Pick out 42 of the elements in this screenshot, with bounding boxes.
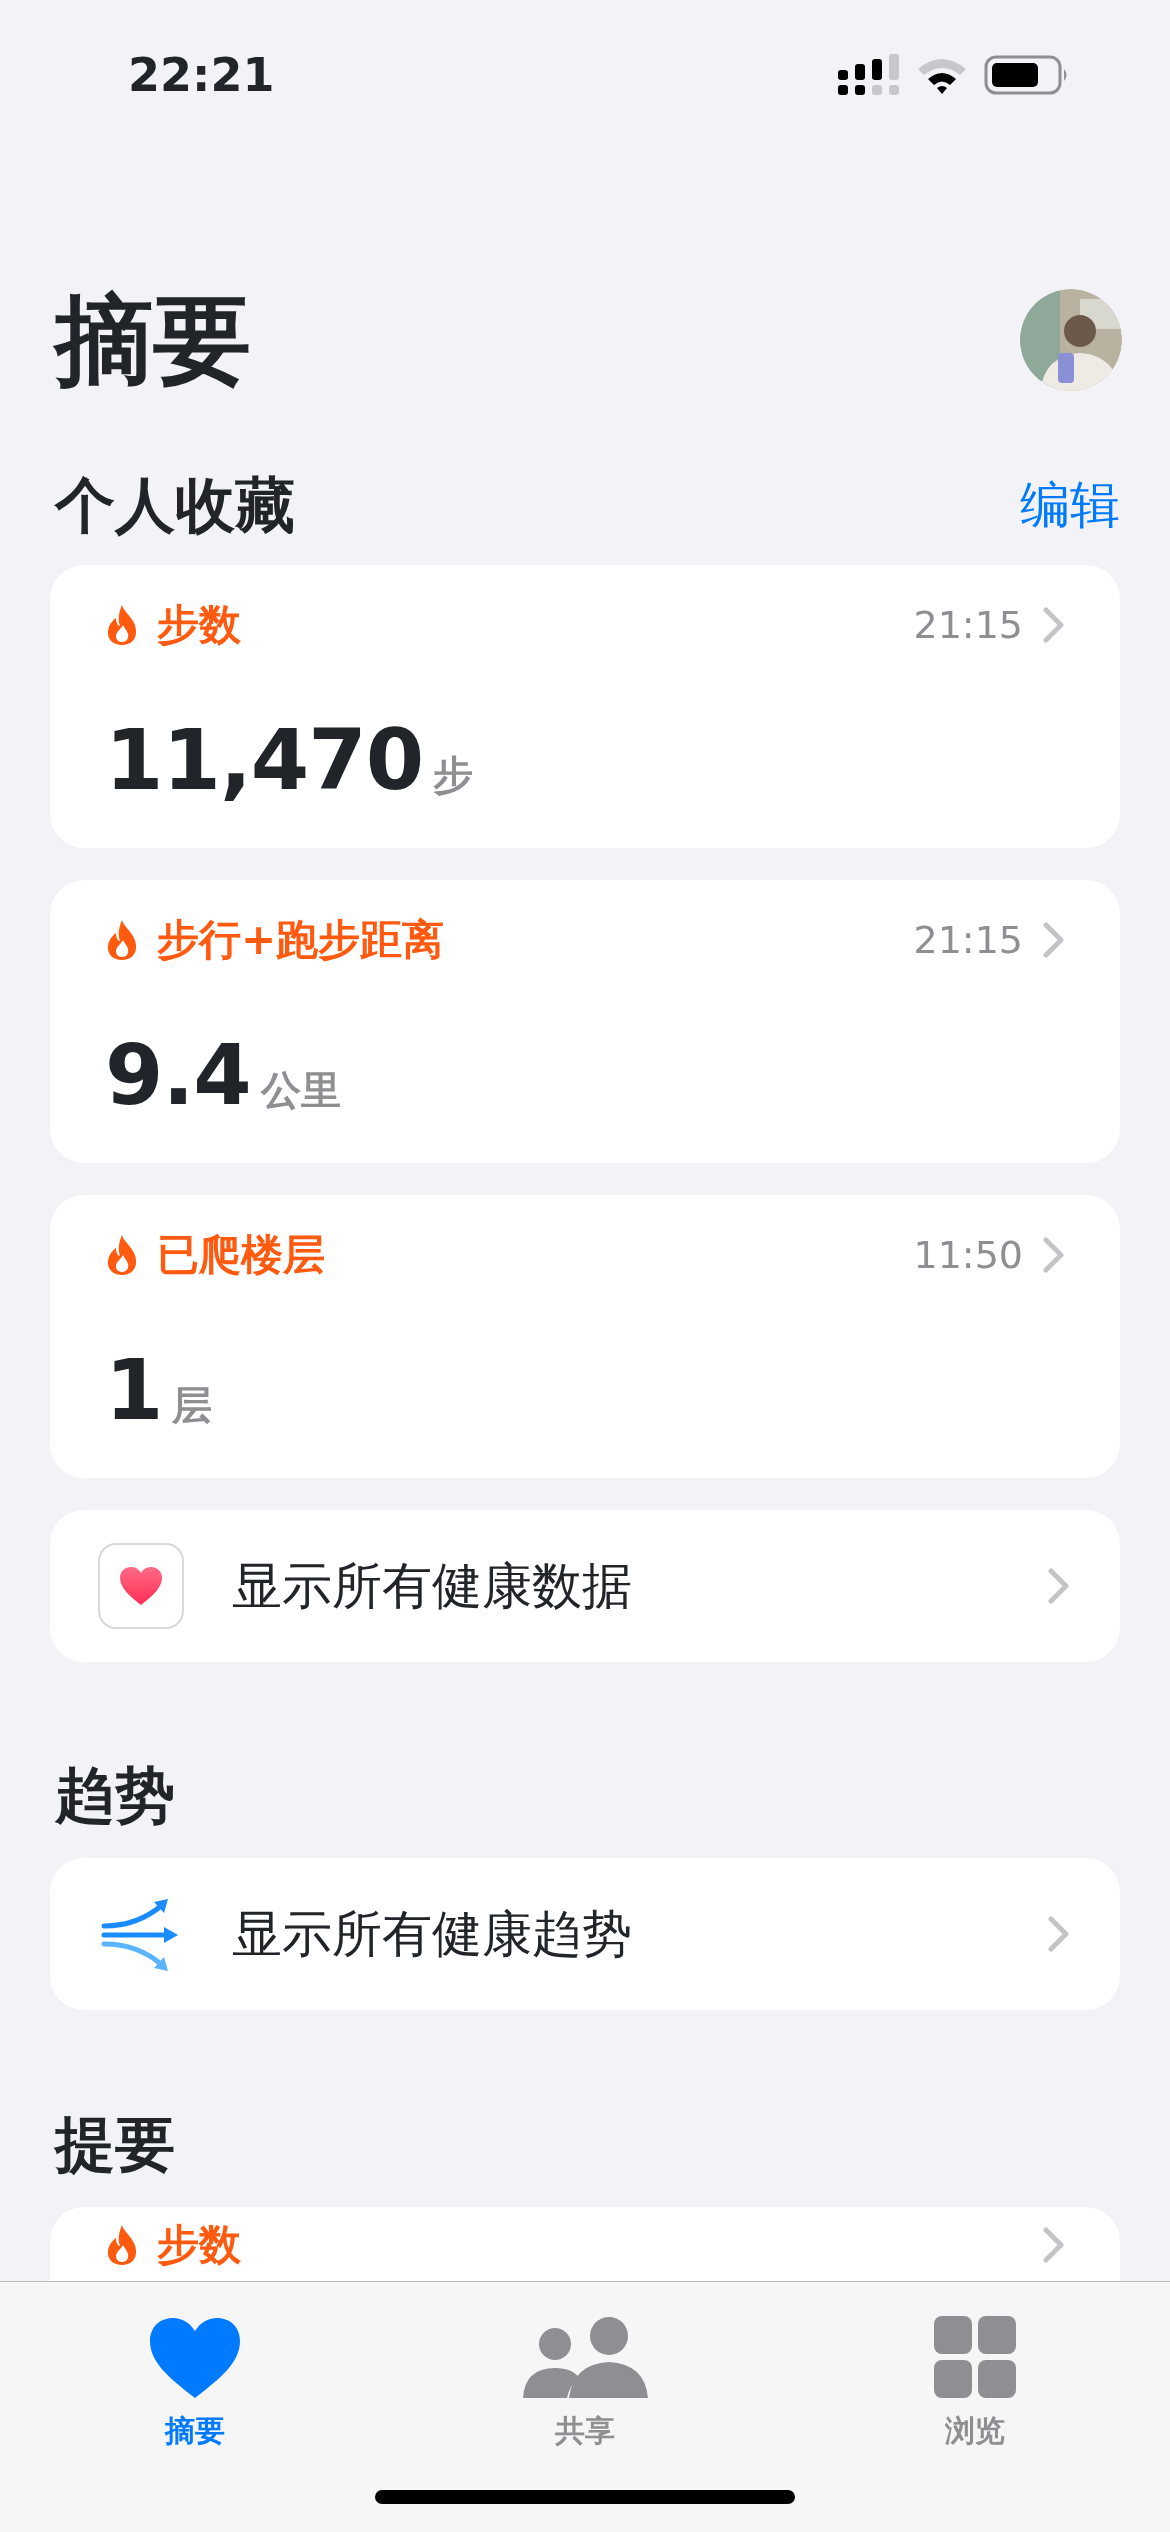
show-all-trends-row[interactable]: 显示所有健康趋势 (50, 1858, 1120, 2010)
page-title: 摘要 (55, 285, 251, 395)
flame-icon (105, 604, 139, 646)
status-time: 22:21 (128, 46, 275, 104)
chevron-icon (1043, 922, 1065, 958)
section-heading: 趋势 (55, 1759, 176, 1832)
row-label: 显示所有健康数据 (232, 1555, 633, 1617)
flame-icon (105, 919, 139, 961)
metric-time: 21:15 (913, 916, 1023, 964)
metric-title: 已爬楼层 (157, 1229, 325, 1281)
metric-unit: 步 (433, 751, 474, 800)
chevron-icon (1048, 1916, 1070, 1952)
metric-value: 1 (105, 1340, 163, 1440)
metric-value: 9.4 (105, 1025, 251, 1125)
show-all-data-row[interactable]: 显示所有健康数据 (50, 1510, 1120, 1662)
metric-card[interactable]: 已爬楼层 11:50 1 层 (50, 1195, 1120, 1478)
metric-card[interactable]: 步数 21:15 11,470 步 (50, 565, 1120, 848)
metric-title: 步数 (157, 599, 241, 651)
section-heading: 提要 (55, 2108, 176, 2181)
metric-unit: 公里 (260, 1066, 341, 1115)
chevron-icon (1043, 1237, 1065, 1273)
signal-icon (838, 54, 900, 96)
flame-icon (105, 1234, 139, 1276)
metric-unit: 层 (172, 1381, 213, 1430)
section-heading: 个人收藏 (55, 469, 295, 542)
chevron-icon (1048, 1568, 1070, 1604)
flame-icon (105, 2224, 139, 2266)
heart-icon (147, 2316, 243, 2400)
metric-card[interactable]: 步行+跑步距离 21:15 9.4 公里 (50, 880, 1120, 1163)
heart-icon (118, 1565, 164, 1607)
chevron-icon (1043, 607, 1065, 643)
metric-value: 11,470 (105, 710, 424, 810)
metric-time: 11:50 (913, 1231, 1023, 1279)
metric-title: 步数 (157, 2219, 241, 2271)
grid-icon (932, 2314, 1018, 2400)
people-icon (521, 2316, 649, 2400)
tab-item[interactable]: 摘要 (0, 2282, 390, 2532)
metric-title: 步行+跑步距离 (157, 914, 445, 966)
metric-time: 21:15 (913, 601, 1023, 649)
chevron-icon (1043, 2227, 1065, 2263)
edit-link[interactable]: 编辑 (1020, 468, 1120, 543)
row-label: 显示所有健康趋势 (232, 1903, 633, 1965)
